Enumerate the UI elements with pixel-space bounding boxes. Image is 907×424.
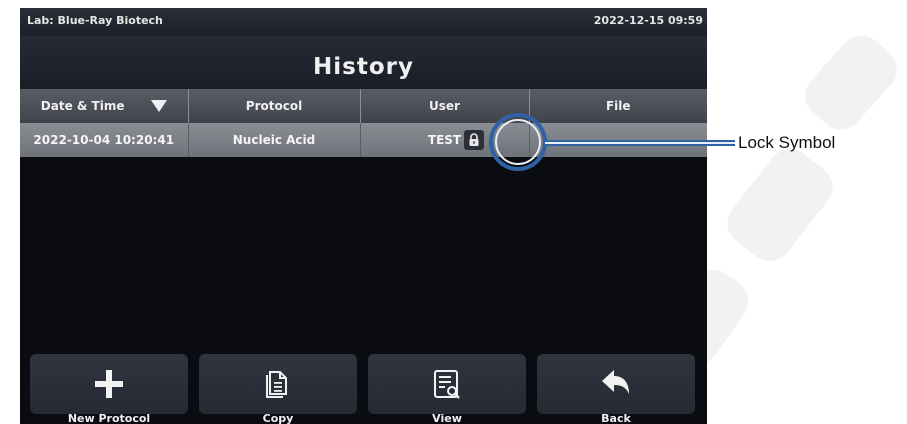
copy-button[interactable] xyxy=(199,354,357,414)
new-protocol-button[interactable] xyxy=(30,354,188,414)
plus-icon xyxy=(95,370,123,398)
column-header-file[interactable]: File xyxy=(529,89,707,123)
callout-ring-inner xyxy=(495,119,541,165)
table-header-row: Date & Time Protocol User File xyxy=(20,89,707,123)
back-arrow-icon xyxy=(602,370,629,394)
column-header-date[interactable]: Date & Time xyxy=(20,89,189,123)
column-header-protocol[interactable]: Protocol xyxy=(188,89,361,123)
lab-name: Lab: Blue-Ray Biotech xyxy=(27,14,163,27)
callout-line-inner xyxy=(545,142,735,144)
column-header-label: File xyxy=(605,99,631,113)
triangle-down-icon xyxy=(150,100,167,112)
callout-label-lock-symbol: Lock Symbol xyxy=(738,133,836,152)
lock-icon xyxy=(463,130,484,150)
back-button[interactable] xyxy=(537,354,695,414)
page-title: History xyxy=(313,54,414,80)
cell-date-time: 2022-10-04 10:20:41 xyxy=(20,123,189,157)
copy-icon xyxy=(266,371,287,398)
history-table: Date & Time Protocol User File 2022-10-0… xyxy=(20,89,707,157)
cell-protocol: Nucleic Acid xyxy=(188,123,361,157)
device-screen: Lab: Blue-Ray Biotech 2022-12-15 09:59 H… xyxy=(20,8,707,424)
status-bar: Lab: Blue-Ray Biotech 2022-12-15 09:59 xyxy=(20,8,707,36)
view-label: View xyxy=(432,412,462,424)
column-header-label: User xyxy=(429,99,460,113)
new-protocol-label: New Protocol xyxy=(67,412,151,424)
clock: 2022-12-15 09:59 xyxy=(593,14,703,27)
view-list-icon xyxy=(434,370,460,399)
watermark-stroke xyxy=(796,26,906,139)
cell-user-label: TEST xyxy=(427,133,462,147)
watermark-stroke xyxy=(718,140,842,270)
bottom-toolbar: New Protocol Copy View Back xyxy=(20,348,707,424)
column-header-label: Protocol xyxy=(245,99,303,113)
view-button[interactable] xyxy=(368,354,526,414)
column-header-label: Date & Time xyxy=(40,99,125,113)
back-label: Back xyxy=(601,412,631,424)
copy-label: Copy xyxy=(262,412,294,424)
